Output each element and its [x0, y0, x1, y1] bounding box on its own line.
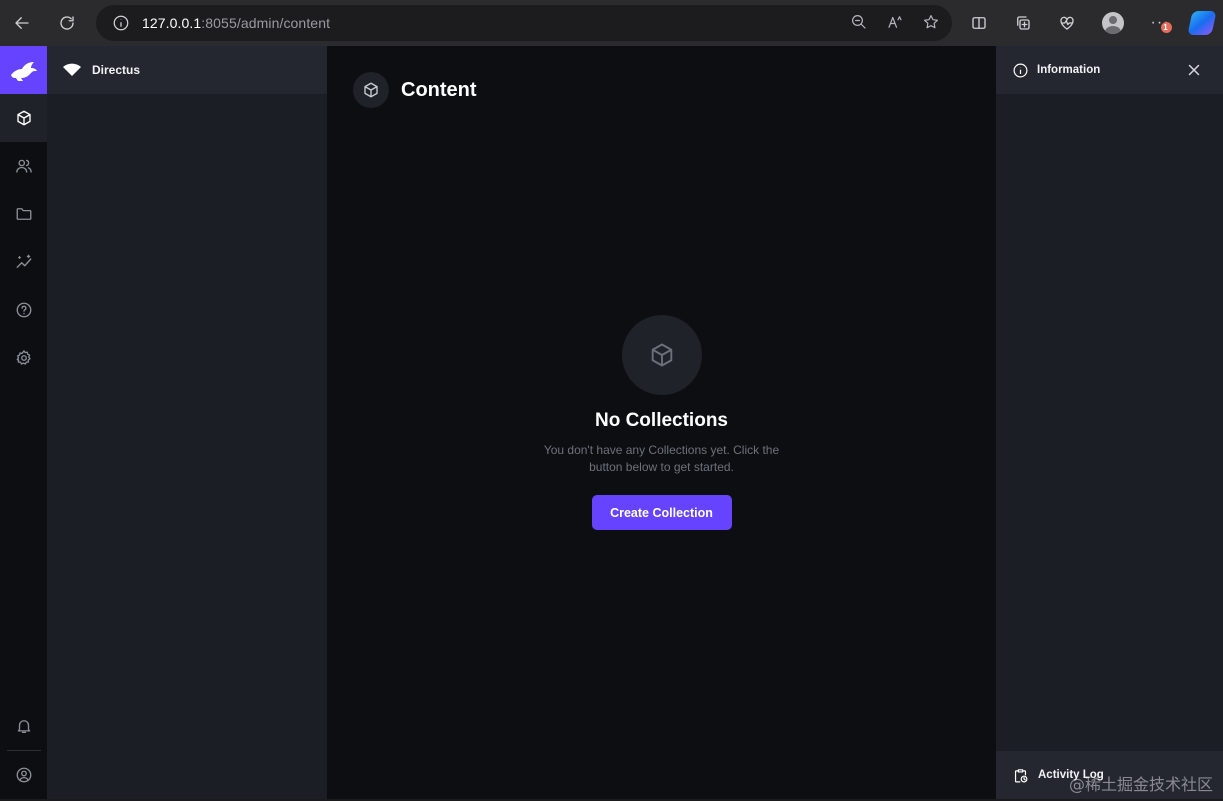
help-icon — [16, 302, 31, 318]
split-screen-icon — [972, 17, 986, 29]
collections-icon — [1017, 16, 1030, 30]
profile-avatar-icon — [1102, 12, 1124, 34]
empty-state-title: No Collections — [594, 410, 728, 431]
zoom-icon[interactable] — [850, 13, 868, 31]
empty-state: No Collections You don't have any Collec… — [327, 315, 996, 530]
split-screen-button[interactable] — [965, 9, 993, 37]
info-sidebar: Information Activity Log — [996, 46, 1223, 799]
page-title: Content — [401, 78, 477, 101]
refresh-button[interactable] — [53, 9, 81, 37]
close-icon — [1188, 64, 1200, 76]
favorite-star-icon[interactable] — [922, 13, 940, 31]
site-info-icon[interactable] — [112, 14, 130, 32]
performance-button[interactable] — [1053, 9, 1081, 37]
copilot-button[interactable] — [1187, 9, 1217, 37]
directus-app: Directus Content No Collections You don'… — [0, 46, 1223, 801]
main-content: Content No Collections You don't have an… — [327, 46, 996, 799]
back-arrow-icon — [15, 17, 29, 29]
module-help[interactable] — [0, 286, 47, 334]
cube-icon — [364, 82, 378, 98]
read-aloud-icon[interactable] — [886, 13, 904, 31]
info-icon — [1013, 63, 1028, 77]
header-icon — [353, 72, 389, 108]
module-settings[interactable] — [0, 334, 47, 382]
empty-state-text: You don't have any Collections yet. Clic… — [543, 443, 780, 474]
module-users[interactable] — [0, 142, 47, 190]
module-bar — [0, 46, 47, 799]
copilot-icon — [1187, 11, 1217, 35]
more-dots-icon: ··· 1 — [1151, 14, 1172, 33]
refresh-icon — [60, 16, 74, 30]
more-menu-button[interactable]: ··· 1 — [1146, 9, 1174, 37]
account-circle-icon — [16, 767, 31, 783]
close-sidebar-button[interactable] — [1185, 61, 1203, 79]
back-button[interactable] — [8, 9, 36, 37]
collections-button[interactable] — [1009, 9, 1037, 37]
navigation-panel: Directus — [47, 46, 327, 799]
cube-icon — [16, 110, 31, 126]
project-info[interactable]: Directus — [47, 46, 327, 94]
gear-icon — [16, 350, 31, 365]
activity-clipboard-icon — [1014, 768, 1028, 782]
notification-badge: 1 — [1160, 22, 1172, 33]
watermark: @稀土掘金技术社区 — [1068, 775, 1213, 794]
information-section-header[interactable]: Information — [996, 46, 1223, 94]
folder-icon — [16, 208, 31, 220]
information-title: Information — [1037, 64, 1101, 76]
module-content[interactable] — [0, 94, 47, 142]
browser-toolbar: 127.0.0.1:8055/admin/content ··· 1 — [0, 0, 1223, 46]
insights-icon — [16, 254, 31, 268]
rabbit-logo-icon — [10, 62, 37, 81]
project-name: Directus — [92, 63, 141, 77]
url-text: 127.0.0.1:8055/admin/content — [142, 15, 331, 31]
empty-state-icon — [621, 315, 702, 395]
wifi-icon — [63, 63, 81, 76]
module-files[interactable] — [0, 190, 47, 238]
module-bar-bottom — [0, 702, 47, 799]
page-header: Content — [353, 72, 477, 108]
user-menu-button[interactable] — [0, 751, 47, 799]
users-icon — [15, 159, 32, 173]
notifications-button[interactable] — [0, 702, 47, 750]
profile-button[interactable] — [1099, 9, 1127, 37]
directus-logo[interactable] — [0, 46, 47, 94]
heart-pulse-icon — [1060, 16, 1074, 30]
module-insights[interactable] — [0, 238, 47, 286]
create-collection-button[interactable]: Create Collection — [591, 495, 732, 530]
address-bar[interactable]: 127.0.0.1:8055/admin/content — [96, 5, 952, 41]
bell-icon — [17, 720, 30, 734]
cube-icon — [651, 343, 672, 367]
